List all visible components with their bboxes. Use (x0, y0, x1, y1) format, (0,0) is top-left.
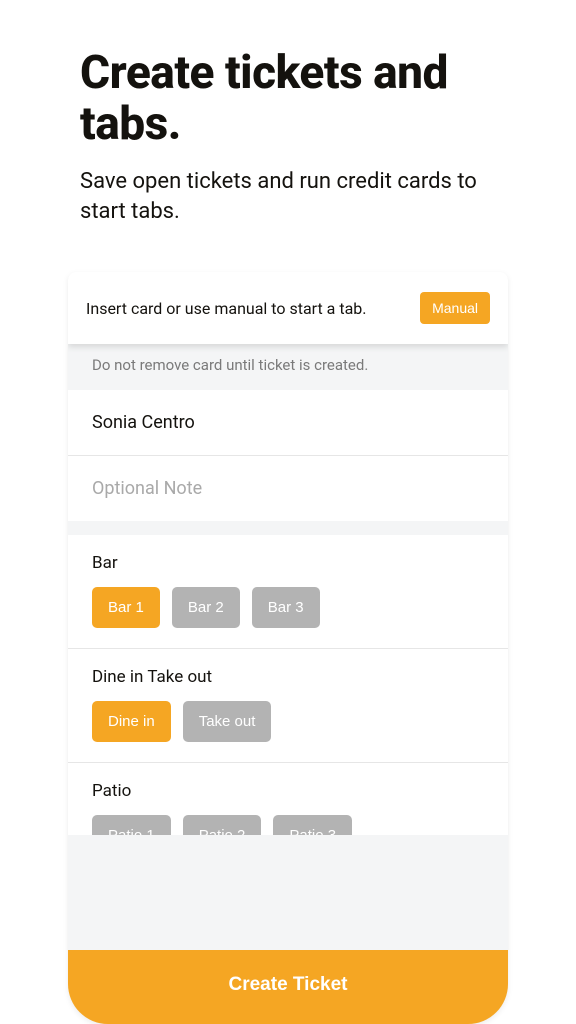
phone-frame: Insert card or use manual to start a tab… (68, 272, 508, 1024)
category-label-patio: Patio (92, 781, 484, 801)
option-take-out[interactable]: Take out (183, 701, 272, 742)
option-bar-1[interactable]: Bar 1 (92, 587, 160, 628)
create-ticket-button[interactable]: Create Ticket (68, 950, 508, 1024)
category-label-dine: Dine in Take out (92, 667, 484, 687)
option-patio-3[interactable]: Patio 3 (273, 815, 352, 835)
input-section: Sonia Centro Optional Note (68, 390, 508, 521)
option-row-patio: Patio 1 Patio 2 Patio 3 (92, 815, 484, 835)
category-patio: Patio Patio 1 Patio 2 Patio 3 (68, 763, 508, 835)
option-patio-1[interactable]: Patio 1 (92, 815, 171, 835)
option-patio-2[interactable]: Patio 2 (183, 815, 262, 835)
hero-section: Create tickets and tabs. Save open ticke… (0, 0, 576, 263)
hero-title: Create tickets and tabs. (80, 48, 496, 149)
option-dine-in[interactable]: Dine in (92, 701, 171, 742)
hero-subtitle: Save open tickets and run credit cards t… (80, 167, 496, 226)
scroll-area: Do not remove card until ticket is creat… (68, 340, 508, 950)
option-row-dine: Dine in Take out (92, 701, 484, 742)
category-label-bar: Bar (92, 553, 484, 573)
manual-button[interactable]: Manual (420, 292, 490, 324)
card-warning: Do not remove card until ticket is creat… (68, 340, 508, 390)
option-bar-2[interactable]: Bar 2 (172, 587, 240, 628)
optional-note-field[interactable]: Optional Note (68, 456, 508, 521)
section-divider (68, 521, 508, 535)
top-notice-text: Insert card or use manual to start a tab… (86, 299, 366, 318)
top-notice-bar: Insert card or use manual to start a tab… (68, 272, 508, 344)
category-bar: Bar Bar 1 Bar 2 Bar 3 (68, 535, 508, 649)
option-row-bar: Bar 1 Bar 2 Bar 3 (92, 587, 484, 628)
category-dine-takeout: Dine in Take out Dine in Take out (68, 649, 508, 763)
option-bar-3[interactable]: Bar 3 (252, 587, 320, 628)
customer-name-field[interactable]: Sonia Centro (68, 390, 508, 456)
